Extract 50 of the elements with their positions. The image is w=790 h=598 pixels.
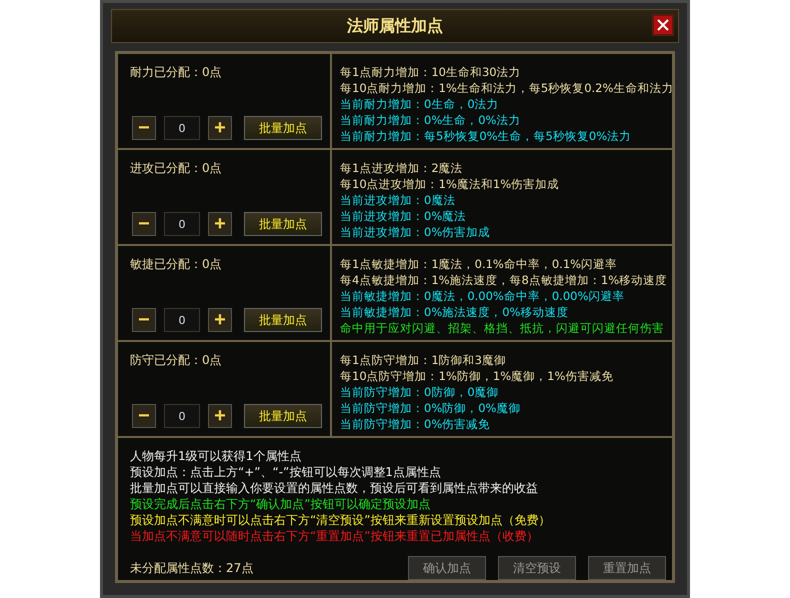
stat-info-text: 每10点防守增加：1%防御，1%魔御，1%伤害减免 xyxy=(340,368,614,384)
stat-info-text: 每10点耐力增加：1%生命和法力，每5秒恢复0.2%生命和法力 xyxy=(340,80,672,96)
help-text: 预设完成后点击右下方“确认加点”按钮可以确定预设加点 xyxy=(130,496,432,512)
stat-info-text: 命中用于应对闪避、招架、格挡、抵抗，闪避可闪避任何伤害 xyxy=(340,320,665,336)
help-text: 预设加点不满意时可以点击右下方“清空预设”按钮来重新设置预设加点（免费） xyxy=(130,512,552,528)
help-text: 批量加点可以直接输入你要设置的属性点数，预设后可看到属性点带来的收益 xyxy=(130,480,539,496)
stat-info-text: 当前耐力增加：每5秒恢复0%生命，每5秒恢复0%法力 xyxy=(340,128,632,144)
value-field[interactable]: 0 xyxy=(164,116,200,140)
stat-info-text: 每1点耐力增加：10生命和30法力 xyxy=(340,64,522,80)
help-text: 预设加点：点击上方“+”、“-”按钮可以每次调整1点属性点 xyxy=(130,464,442,480)
stat-info-text: 每10点进攻增加：1%魔法和1%伤害加成 xyxy=(340,176,560,192)
batch-add-button[interactable]: 批量加点 xyxy=(244,404,322,428)
minus-button[interactable]: − xyxy=(132,404,156,428)
batch-add-button[interactable]: 批量加点 xyxy=(244,212,322,236)
stat-info-text: 每4点敏捷增加：1%施法速度，每8点敏捷增加：1%移动速度 xyxy=(340,272,668,288)
plus-button[interactable]: + xyxy=(208,308,232,332)
batch-add-button[interactable]: 批量加点 xyxy=(244,116,322,140)
stat-info-text: 当前耐力增加：0生命，0法力 xyxy=(340,96,500,112)
close-icon xyxy=(656,18,670,32)
unassigned-points: 未分配属性点数：27点 xyxy=(130,560,254,576)
stat-info-text: 当前耐力增加：0%生命，0%法力 xyxy=(340,112,522,128)
stat-info-text: 当前防守增加：0%伤害减免 xyxy=(340,416,492,432)
stat-info-text: 当前敏捷增加：0魔法，0.00%命中率，0.00%闪避率 xyxy=(340,288,626,304)
minus-button[interactable]: − xyxy=(132,212,156,236)
help-text: 人物每升1级可以获得1个属性点 xyxy=(130,448,302,464)
minus-button[interactable]: − xyxy=(132,116,156,140)
stat-info-text: 当前防守增加：0%防御，0%魔御 xyxy=(340,400,522,416)
stat-info-text: 每1点敏捷增加：1魔法，0.1%命中率，0.1%闪避率 xyxy=(340,256,618,272)
stat-info-text: 当前进攻增加：0%魔法 xyxy=(340,208,468,224)
stat-info-text: 当前敏捷增加：0%施法速度，0%移动速度 xyxy=(340,304,570,320)
value-field[interactable]: 0 xyxy=(164,212,200,236)
value-field[interactable]: 0 xyxy=(164,404,200,428)
plus-button[interactable]: + xyxy=(208,116,232,140)
stat-info-text: 当前防守增加：0防御，0魔御 xyxy=(340,384,500,400)
stat-label: 耐力已分配：0点 xyxy=(130,64,223,80)
stat-label: 敏捷已分配：0点 xyxy=(130,256,223,272)
value-field[interactable]: 0 xyxy=(164,308,200,332)
stat-info-text: 每1点进攻增加：2魔法 xyxy=(340,160,464,176)
plus-button[interactable]: + xyxy=(208,404,232,428)
help-text: 当加点不满意可以随时点击右下方“重置加点”按钮来重置已加属性点（收费） xyxy=(130,528,540,544)
plus-button[interactable]: + xyxy=(208,212,232,236)
stat-info-text: 当前进攻增加：0%伤害加成 xyxy=(340,224,492,240)
minus-button[interactable]: − xyxy=(132,308,156,332)
close-button[interactable] xyxy=(652,14,674,36)
stat-label: 进攻已分配：0点 xyxy=(130,160,223,176)
stat-info-text: 当前进攻增加：0魔法 xyxy=(340,192,456,208)
batch-add-button[interactable]: 批量加点 xyxy=(244,308,322,332)
stat-info-text: 每1点防守增加：1防御和3魔御 xyxy=(340,352,507,368)
window-title: 法师属性加点 xyxy=(347,16,443,36)
stat-label: 防守已分配：0点 xyxy=(130,352,223,368)
